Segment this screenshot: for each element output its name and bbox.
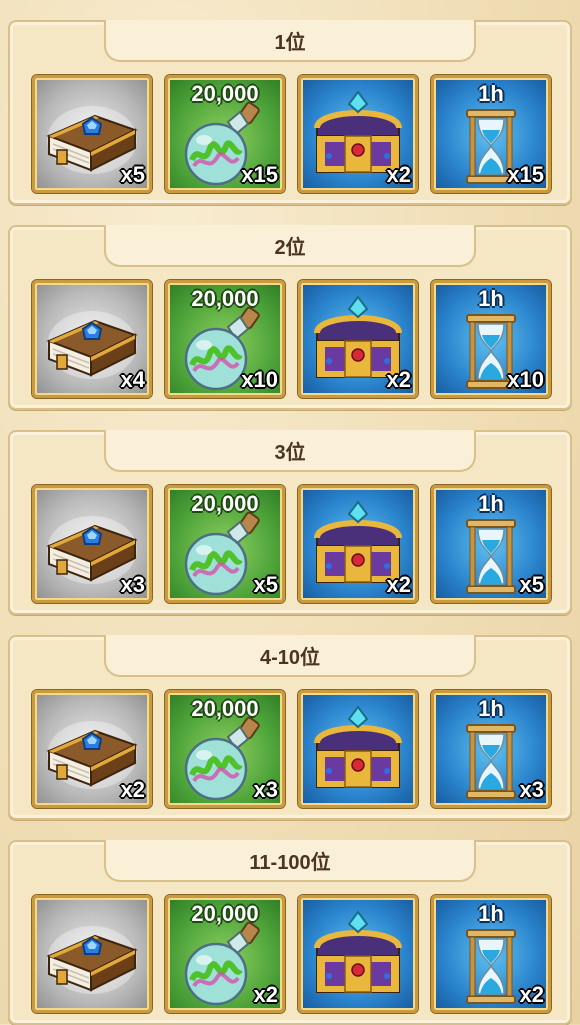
reward-item-skill-book[interactable] <box>32 895 152 1013</box>
item-quantity: x3 <box>519 777 544 802</box>
reward-item-hourglass[interactable]: 1h x2 <box>431 895 551 1013</box>
rank-label: 1位 <box>274 31 306 54</box>
reward-item-skill-book[interactable]: x3 <box>32 485 152 603</box>
reward-item-skill-book[interactable]: x5 <box>32 75 152 193</box>
item-quantity: x10 <box>507 367 544 392</box>
reward-item-hourglass[interactable]: 1h x3 <box>431 690 551 808</box>
reward-tier-panel: 2位 x4 20,000 x10 x2 1h x10 <box>8 225 572 410</box>
rank-header: 11-100位 <box>104 840 476 882</box>
rank-label: 2位 <box>274 236 306 259</box>
rank-header: 2位 <box>104 225 476 267</box>
item-quantity: x5 <box>519 572 544 597</box>
rank-label: 4-10位 <box>259 646 321 669</box>
item-quantity: x2 <box>253 982 278 1007</box>
reward-tier-panel: 4-10位 x2 20,000 x3 1h x3 <box>8 635 572 820</box>
rank-header: 4-10位 <box>104 635 476 677</box>
reward-item-potion-flask[interactable]: 20,000 x5 <box>165 485 285 603</box>
item-quantity: x3 <box>120 572 145 597</box>
rank-label: 11-100位 <box>249 851 331 874</box>
reward-item-potion-flask[interactable]: 20,000 x2 <box>165 895 285 1013</box>
item-quantity: x2 <box>120 777 145 802</box>
item-quantity: x2 <box>386 367 411 392</box>
skill-book-icon <box>46 926 138 994</box>
treasure-chest-icon <box>314 910 402 993</box>
item-amount-label: 1h <box>478 696 504 721</box>
item-quantity: x5 <box>253 572 278 597</box>
rank-header: 3位 <box>104 430 476 472</box>
reward-tier-panel: 11-100位 20,000 x2 1h x2 <box>8 840 572 1025</box>
rank-header: 1位 <box>104 20 476 62</box>
item-amount-label: 1h <box>478 286 504 311</box>
item-quantity: x2 <box>386 572 411 597</box>
rank-label: 3位 <box>274 441 306 464</box>
reward-item-treasure-chest[interactable]: x2 <box>298 75 418 193</box>
item-amount-label: 1h <box>478 491 504 516</box>
item-amount-label: 20,000 <box>191 696 259 721</box>
item-amount-label: 1h <box>478 81 504 106</box>
item-quantity: x15 <box>507 162 544 187</box>
item-quantity: x3 <box>253 777 278 802</box>
item-amount-label: 20,000 <box>191 901 259 926</box>
item-amount-label: 20,000 <box>191 491 259 516</box>
reward-tier-panel: 1位 x5 20,000 x15 x2 1h x15 <box>8 20 572 205</box>
reward-item-potion-flask[interactable]: 20,000 x3 <box>165 690 285 808</box>
item-quantity: x10 <box>241 367 278 392</box>
reward-item-treasure-chest[interactable] <box>298 690 418 808</box>
reward-item-skill-book[interactable]: x2 <box>32 690 152 808</box>
reward-item-hourglass[interactable]: 1h x10 <box>431 280 551 398</box>
item-amount-label: 20,000 <box>191 286 259 311</box>
item-quantity: x2 <box>519 982 544 1007</box>
item-quantity: x2 <box>386 162 411 187</box>
reward-item-potion-flask[interactable]: 20,000 x10 <box>165 280 285 398</box>
item-amount-label: 1h <box>478 901 504 926</box>
reward-item-treasure-chest[interactable] <box>298 895 418 1013</box>
item-quantity: x4 <box>120 367 145 392</box>
reward-item-hourglass[interactable]: 1h x5 <box>431 485 551 603</box>
reward-item-skill-book[interactable]: x4 <box>32 280 152 398</box>
item-quantity: x15 <box>241 162 278 187</box>
treasure-chest-icon <box>314 705 402 788</box>
reward-tier-panel: 3位 x3 20,000 x5 x2 1h x5 <box>8 430 572 615</box>
item-amount-label: 20,000 <box>191 81 259 106</box>
reward-item-treasure-chest[interactable]: x2 <box>298 485 418 603</box>
reward-item-hourglass[interactable]: 1h x15 <box>431 75 551 193</box>
item-quantity: x5 <box>120 162 145 187</box>
reward-item-treasure-chest[interactable]: x2 <box>298 280 418 398</box>
reward-item-potion-flask[interactable]: 20,000 x15 <box>165 75 285 193</box>
